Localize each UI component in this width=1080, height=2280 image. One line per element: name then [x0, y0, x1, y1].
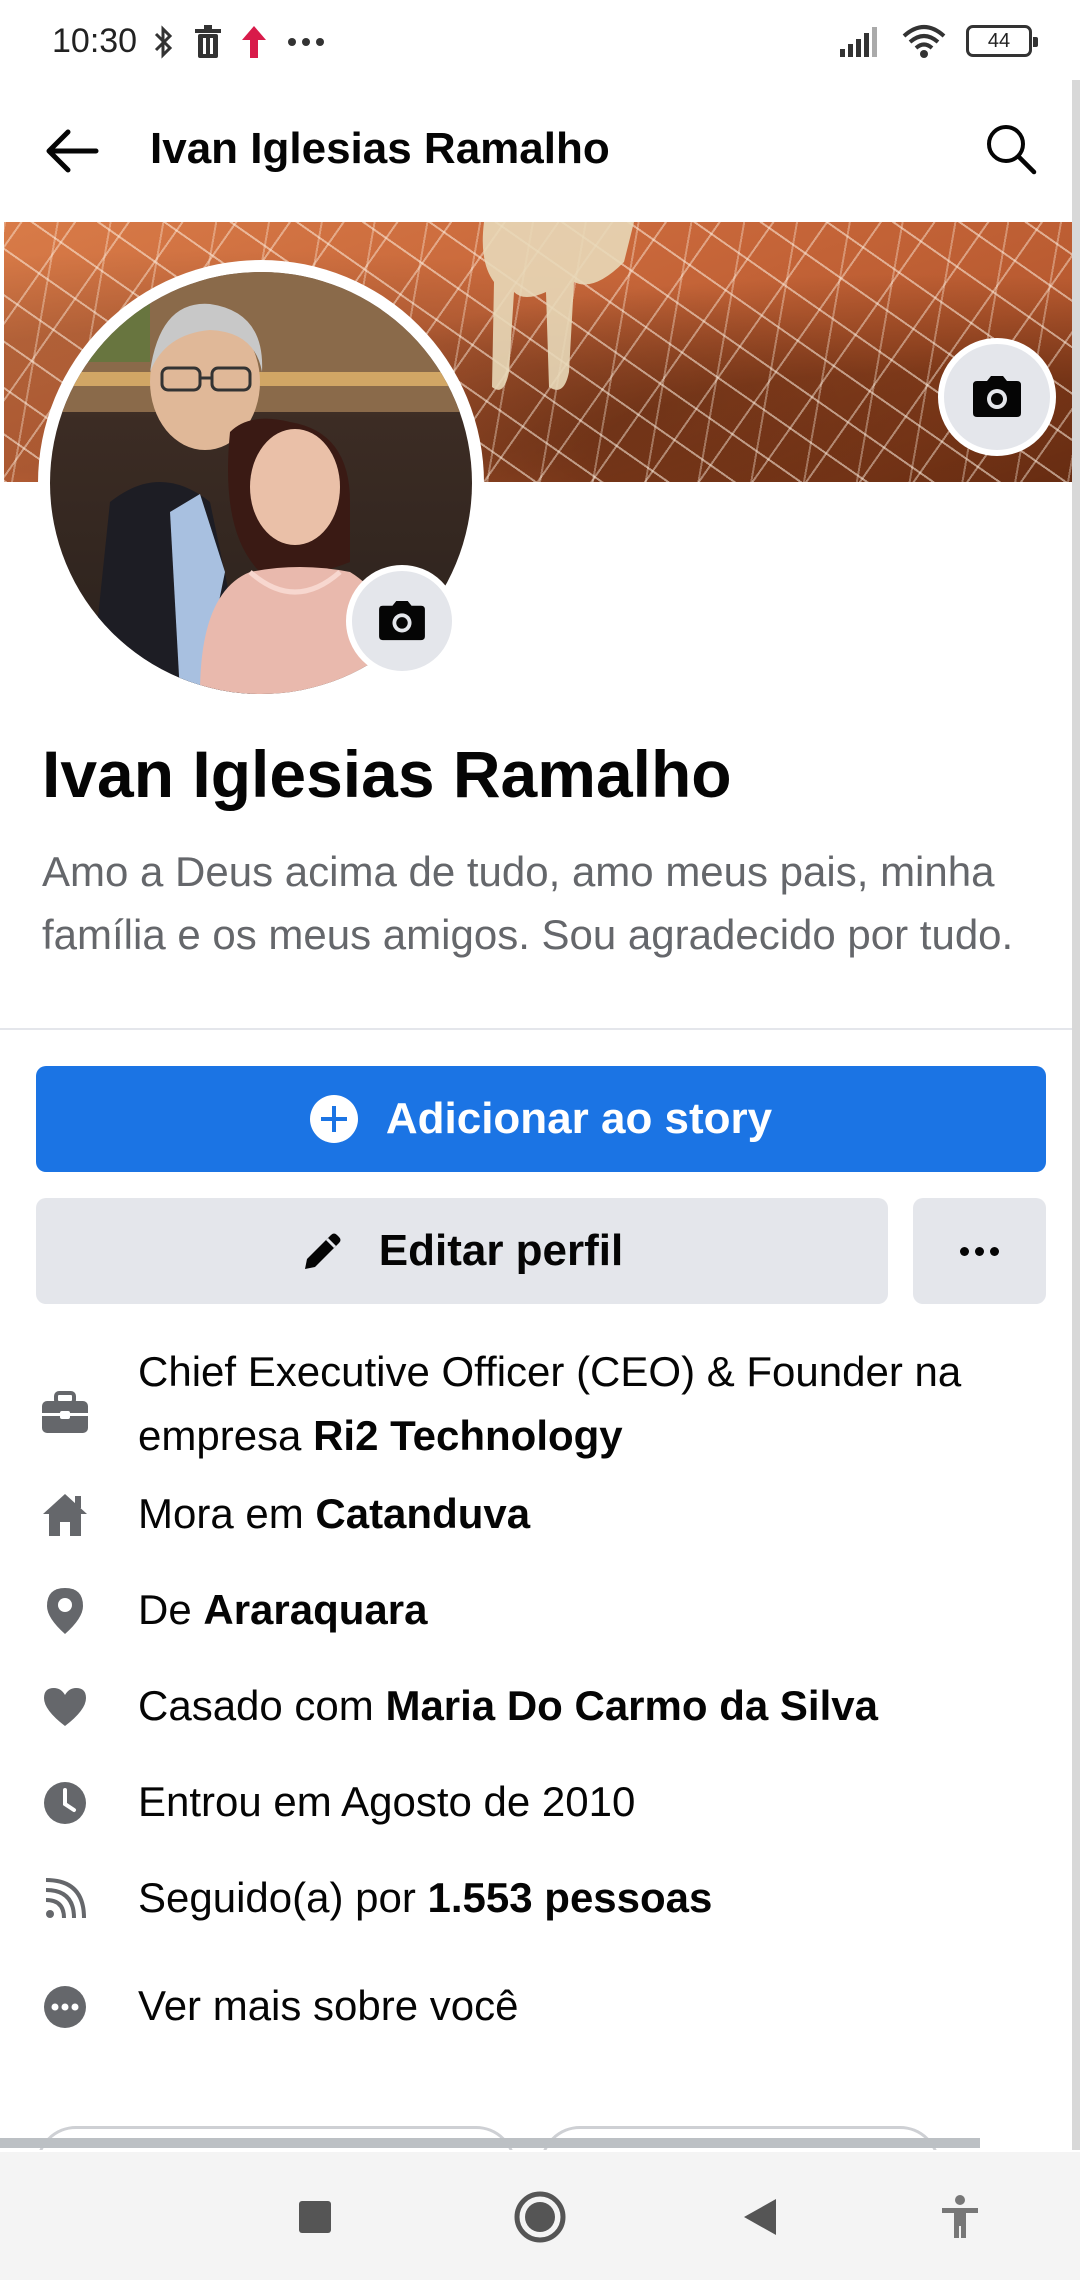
battery-icon: 44 [966, 25, 1038, 57]
edit-cover-photo-button[interactable] [938, 338, 1056, 456]
edit-profile-label: Editar perfil [378, 1226, 624, 1275]
lives-prefix: Mora em [138, 1490, 316, 1537]
detail-from-text: De Araraquara [138, 1578, 1038, 1642]
signal-icon [840, 27, 877, 57]
more-dot [975, 1246, 984, 1256]
clock-icon [40, 1778, 90, 1828]
relationship-partner-link[interactable]: Maria Do Carmo da Silva [385, 1682, 878, 1729]
relationship-prefix: Casado com [138, 1682, 386, 1729]
home-button[interactable] [505, 2182, 575, 2252]
bluetooth-icon [154, 25, 173, 59]
back-button[interactable] [40, 118, 106, 184]
back-arrow-icon [46, 129, 99, 173]
home-circle-icon [514, 2191, 566, 2243]
detail-followers-text: Seguido(a) por 1.553 pessoas [138, 1866, 1038, 1930]
detail-relationship-text: Casado com Maria Do Carmo da Silva [138, 1674, 1038, 1738]
rss-feed-icon [40, 1874, 90, 1924]
status-bar: 10:30 44 [0, 0, 1080, 86]
triangle-back-icon [744, 2199, 776, 2235]
accessibility-button[interactable] [925, 2182, 995, 2252]
from-city-link[interactable]: Araraquara [203, 1586, 427, 1633]
camera-icon [379, 600, 425, 641]
more-dots-icon [960, 1246, 969, 1256]
camera-icon [973, 376, 1021, 417]
more-dots-icon [288, 38, 324, 46]
status-time: 10:30 [52, 22, 138, 60]
accessibility-icon [942, 2195, 978, 2238]
cover-dog-figure [482, 222, 634, 390]
profile-bio: Amo a Deus acima de tudo, amo meus pais,… [42, 848, 1014, 958]
detail-work-text: Chief Executive Officer (CEO) & Founder … [138, 1340, 1038, 1468]
detail-joined-text: Entrou em Agosto de 2010 [138, 1778, 636, 1825]
battery-level: 44 [987, 29, 1011, 52]
wifi-icon [902, 25, 946, 58]
app-header: Ivan Iglesias Ramalho [0, 86, 1080, 216]
lives-city-link[interactable]: Catanduva [315, 1490, 530, 1537]
profile-name: Ivan Iglesias Ramalho [42, 737, 732, 811]
search-button[interactable] [978, 116, 1044, 182]
recent-apps-button[interactable] [280, 2182, 350, 2252]
more-dot [990, 1246, 999, 1256]
divider [0, 1028, 1080, 1030]
system-nav-bar [0, 2152, 1080, 2280]
plus-circle-icon [309, 1095, 358, 1143]
add-to-story-button[interactable]: Adicionar ao story [36, 1066, 1046, 1172]
more-circle-icon [40, 1982, 90, 2032]
followers-prefix: Seguido(a) por [138, 1874, 428, 1921]
home-icon [40, 1490, 90, 1540]
work-company-link[interactable]: Ri2 Technology [313, 1412, 623, 1459]
edit-profile-button[interactable]: Editar perfil [36, 1198, 888, 1304]
divider [0, 2138, 980, 2148]
edit-profile-picture-button[interactable] [346, 565, 458, 677]
trash-icon [195, 25, 221, 58]
detail-lives-in-text: Mora em Catanduva [138, 1482, 1038, 1546]
pencil-icon [304, 1233, 341, 1269]
upload-arrow-icon [242, 26, 266, 58]
see-more-label: Ver mais sobre você [138, 1982, 519, 2029]
heart-icon [40, 1682, 90, 1732]
more-options-button[interactable] [913, 1198, 1046, 1304]
square-icon [299, 2201, 331, 2233]
page-title: Ivan Iglesias Ramalho [150, 124, 610, 173]
from-prefix: De [138, 1586, 204, 1633]
status-right-icons: 44 [838, 24, 1038, 58]
briefcase-icon [40, 1388, 90, 1438]
search-icon [987, 125, 1037, 175]
add-to-story-label: Adicionar ao story [385, 1094, 773, 1143]
location-pin-icon [40, 1586, 90, 1636]
status-left-icons [152, 24, 326, 60]
scrollbar[interactable] [1072, 80, 1080, 2150]
back-nav-button[interactable] [725, 2182, 795, 2252]
followers-count-link[interactable]: 1.553 pessoas [428, 1874, 713, 1921]
